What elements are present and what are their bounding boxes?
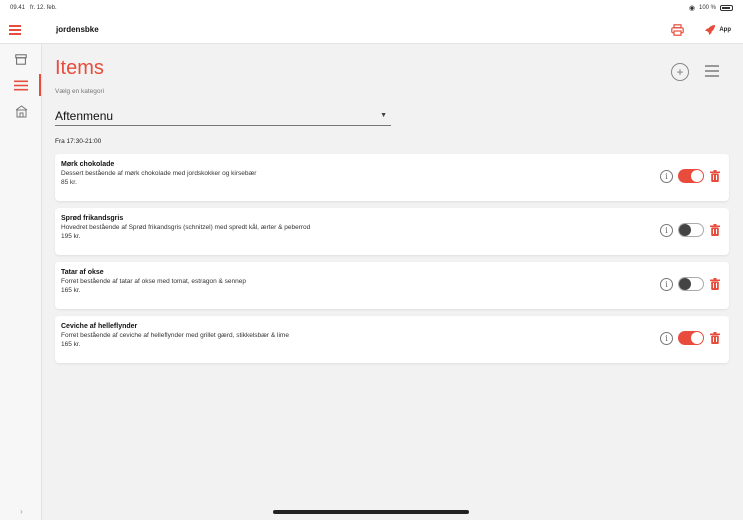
item-description: Hovedret bestående af Sprød frikandsgris…	[61, 224, 311, 231]
category-label: Vælg en kategori	[55, 88, 105, 95]
item-price: 165 kr.	[61, 287, 81, 294]
trash-icon[interactable]	[709, 277, 721, 291]
wifi-icon: ◉	[688, 5, 695, 12]
item-price: 85 kr.	[61, 179, 77, 186]
page-title: Items	[55, 57, 104, 79]
item-name: Ceviche af helleflynder	[61, 323, 138, 330]
item-description: Forret bestående af ceviche af helleflyn…	[61, 332, 289, 339]
item-card[interactable]: Sprød frikandsgris Hovedret bestående af…	[55, 208, 729, 255]
add-item-button[interactable]: +	[671, 63, 689, 81]
hamburger-icon	[9, 28, 21, 31]
sidebar-item-shop[interactable]	[12, 102, 30, 120]
trash-icon[interactable]	[709, 331, 721, 345]
item-actions: i	[660, 277, 721, 291]
print-button[interactable]	[668, 21, 686, 39]
sidebar-item-archive[interactable]	[12, 50, 30, 68]
item-actions: i	[660, 223, 721, 237]
item-card[interactable]: Tatar af okse Forret bestående af tatar …	[55, 262, 729, 309]
item-actions: i	[660, 169, 721, 183]
plus-icon: +	[676, 65, 684, 79]
app-label: App	[719, 26, 731, 33]
rocket-icon	[705, 24, 716, 35]
sidebar: ›	[0, 44, 42, 520]
app-button[interactable]: App	[704, 24, 731, 36]
item-actions: i	[660, 331, 721, 345]
info-icon[interactable]: i	[660, 277, 673, 291]
status-date: fr. 12. feb.	[30, 5, 57, 11]
printer-icon	[671, 23, 684, 36]
item-price: 195 kr.	[61, 233, 81, 240]
dropdown-arrow-icon: ▼	[380, 112, 387, 119]
archive-icon	[15, 53, 27, 65]
item-name: Mørk chokolade	[61, 161, 115, 168]
time-range: Fra 17:30-21:00	[55, 138, 102, 145]
info-icon[interactable]: i	[660, 169, 673, 183]
sidebar-item-items[interactable]	[12, 76, 30, 94]
category-value: Aftenmenu	[55, 108, 114, 123]
restaurant-name: jordensbke	[56, 25, 99, 34]
category-select[interactable]: Aftenmenu ▼	[55, 106, 391, 126]
status-time: 09.41	[10, 5, 26, 11]
shop-icon	[15, 104, 27, 117]
info-icon[interactable]: i	[660, 331, 673, 345]
status-bar: 09.41 fr. 12. feb. ◉ 100 %	[0, 0, 743, 16]
item-description: Dessert bestående af mørk chokolade med …	[61, 170, 257, 177]
trash-icon[interactable]	[709, 169, 721, 183]
sidebar-active-indicator	[39, 74, 41, 96]
hamburger-menu-button[interactable]	[0, 16, 30, 44]
top-bar: jordensbke App	[0, 16, 743, 44]
item-description: Forret bestående af tatar af okse med to…	[61, 278, 246, 285]
battery-icon	[720, 5, 733, 11]
item-name: Sprød frikandsgris	[61, 215, 124, 222]
item-toggle[interactable]	[678, 277, 704, 291]
trash-icon[interactable]	[709, 223, 721, 237]
info-icon[interactable]: i	[660, 223, 673, 237]
battery-percent: 100 %	[698, 5, 716, 11]
item-toggle[interactable]	[678, 169, 704, 183]
status-left: 09.41 fr. 12. feb.	[10, 5, 57, 11]
item-toggle[interactable]	[678, 223, 704, 237]
options-menu-button[interactable]	[705, 65, 719, 77]
item-toggle[interactable]	[678, 331, 704, 345]
sidebar-expand-icon[interactable]: ›	[20, 507, 23, 516]
list-icon	[14, 80, 28, 90]
item-name: Tatar af okse	[61, 269, 104, 276]
main-content: Items + Vælg en kategori Aftenmenu ▼ Fra…	[43, 44, 743, 520]
home-indicator[interactable]	[273, 510, 469, 514]
item-card[interactable]: Mørk chokolade Dessert bestående af mørk…	[55, 154, 729, 201]
status-right: ◉ 100 %	[689, 4, 733, 12]
item-price: 165 kr.	[61, 341, 81, 348]
item-card[interactable]: Ceviche af helleflynder Forret bestående…	[55, 316, 729, 363]
